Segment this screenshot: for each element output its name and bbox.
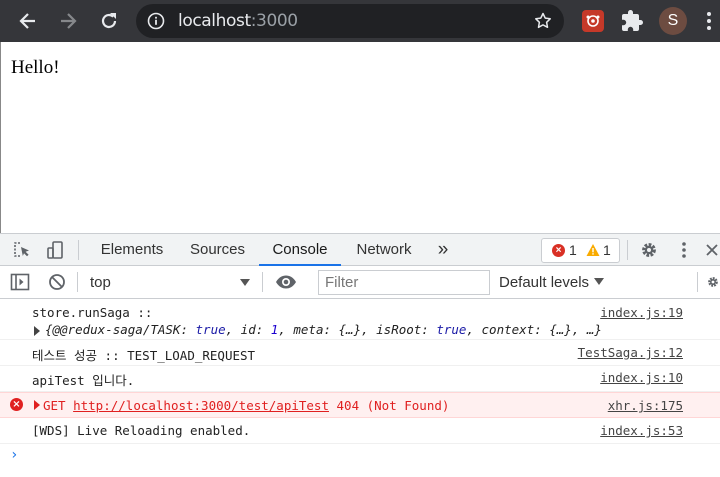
page-viewport: Hello! — [0, 42, 720, 233]
console-message: store.runSaga :: index.js:19 {@@redux-sa… — [0, 300, 720, 340]
console-filter-input[interactable] — [318, 270, 490, 295]
clear-icon — [49, 274, 65, 290]
url-host: localhost — [178, 11, 251, 31]
console-error-message: × GET http://localhost:3000/test/apiTest… — [0, 392, 720, 418]
console-message: 테스트 성공 :: TEST_LOAD_REQUEST TestSaga.js:… — [0, 340, 720, 366]
sidebar-toggle-icon — [10, 273, 30, 291]
object-preview-id-key: , id: — [225, 322, 271, 337]
message-text: apiTest 입니다. — [32, 373, 135, 388]
settings-button[interactable] — [638, 239, 660, 261]
console-prompt-icon: › — [10, 447, 19, 463]
log-levels-dropdown[interactable]: Default levels — [499, 270, 605, 295]
toolbar-divider — [77, 272, 78, 292]
object-preview-meta: , meta: {…}, isRoot: — [278, 322, 437, 337]
console-messages: store.runSaga :: index.js:19 {@@redux-sa… — [0, 300, 720, 477]
devtools-panel: Elements Sources Console Network » × 1 1 — [0, 233, 720, 477]
object-preview-task-value: true — [195, 322, 226, 337]
forward-button[interactable] — [53, 6, 83, 36]
device-icon — [47, 241, 63, 259]
console-message: [WDS] Live Reloading enabled. index.js:5… — [0, 418, 720, 444]
site-info-button[interactable] — [146, 11, 166, 31]
close-icon — [706, 244, 718, 256]
tab-console[interactable]: Console — [259, 234, 341, 266]
profile-avatar[interactable]: S — [659, 7, 687, 35]
request-status: 404 (Not Found) — [336, 398, 450, 413]
message-text: 테스트 성공 :: TEST_LOAD_REQUEST — [32, 348, 256, 363]
console-settings-button[interactable] — [706, 271, 720, 293]
tab-divider — [78, 240, 79, 260]
close-devtools-button[interactable] — [704, 239, 720, 261]
devtools-tab-bar: Elements Sources Console Network » × 1 1 — [0, 234, 720, 266]
kebab-menu-icon — [682, 242, 686, 258]
device-toolbar-button[interactable] — [44, 239, 66, 261]
more-tabs-button[interactable]: » — [430, 234, 456, 266]
issues-counter[interactable]: × 1 1 — [541, 238, 620, 263]
bookmark-button[interactable] — [534, 12, 552, 30]
reload-button[interactable] — [94, 6, 124, 36]
browser-menu-button[interactable] — [704, 10, 714, 32]
star-icon — [535, 12, 551, 29]
info-icon — [147, 12, 165, 30]
expand-triangle-icon[interactable] — [34, 326, 40, 336]
toggle-sidebar-button[interactable] — [9, 271, 31, 293]
log-levels-label: Default levels — [499, 274, 590, 291]
address-bar[interactable]: localhost:3000 — [136, 4, 564, 38]
tab-sources[interactable]: Sources — [180, 234, 255, 266]
devtools-menu-button[interactable] — [673, 239, 695, 261]
redux-extension-button[interactable] — [582, 10, 604, 32]
expand-triangle-icon[interactable] — [34, 400, 40, 410]
arrow-right-icon — [61, 13, 77, 29]
object-preview-rest: , context: {…}, …} — [466, 322, 602, 337]
gear-icon — [642, 243, 656, 257]
error-count: 1 — [569, 242, 577, 258]
chevron-down-icon — [240, 279, 250, 286]
source-link[interactable]: index.js:19 — [600, 305, 683, 320]
warning-icon — [586, 244, 600, 256]
chevron-down-icon — [594, 278, 605, 285]
kebab-menu-icon — [707, 12, 711, 30]
request-url-link[interactable]: http://localhost:3000/test/apiTest — [73, 398, 329, 413]
gear-icon — [708, 277, 718, 287]
error-icon: × — [10, 398, 23, 411]
inspect-element-button[interactable] — [11, 239, 33, 261]
console-message: apiTest 입니다. index.js:10 — [0, 366, 720, 392]
extensions-button[interactable] — [620, 9, 644, 33]
tab-network[interactable]: Network — [345, 234, 423, 266]
browser-toolbar: localhost:3000 S — [0, 0, 720, 42]
object-preview-open: {@@redux-saga/TASK: — [45, 322, 196, 337]
source-link[interactable]: xhr.js:175 — [608, 398, 683, 413]
toolbar-divider — [262, 272, 263, 292]
eye-icon — [276, 275, 296, 289]
puzzle-icon — [622, 10, 643, 31]
context-selector[interactable]: top — [90, 270, 256, 295]
error-count-icon: × — [552, 244, 565, 257]
inspect-cursor-icon — [14, 242, 29, 257]
console-toolbar: top Default levels — [0, 266, 720, 299]
source-link[interactable]: index.js:10 — [600, 370, 683, 385]
redux-extension-icon — [586, 15, 600, 27]
message-text: [WDS] Live Reloading enabled. — [32, 423, 251, 438]
url-text[interactable]: localhost:3000 — [178, 12, 298, 30]
toolbar-divider — [697, 272, 698, 292]
object-preview-root-value: true — [436, 322, 467, 337]
console-prompt-row[interactable]: › — [0, 444, 720, 470]
source-link[interactable]: index.js:53 — [600, 423, 683, 438]
url-port: :3000 — [250, 11, 298, 31]
arrow-left-icon — [19, 13, 35, 29]
message-text: store.runSaga :: — [32, 305, 153, 320]
live-expression-button[interactable] — [275, 271, 297, 293]
tab-divider — [627, 240, 628, 260]
object-preview[interactable]: {@@redux-saga/TASK: true, id: 1, meta: {… — [45, 322, 602, 337]
error-text: GET http://localhost:3000/test/apiTest 4… — [43, 398, 449, 413]
context-selector-label: top — [90, 274, 111, 291]
request-method: GET — [43, 398, 66, 413]
warning-count: 1 — [603, 242, 611, 258]
reload-icon — [101, 13, 117, 29]
clear-console-button[interactable] — [46, 271, 68, 293]
back-button[interactable] — [13, 6, 43, 36]
page-heading-text: Hello! — [11, 57, 60, 78]
source-link[interactable]: TestSaga.js:12 — [578, 345, 683, 360]
tab-elements[interactable]: Elements — [91, 234, 173, 266]
